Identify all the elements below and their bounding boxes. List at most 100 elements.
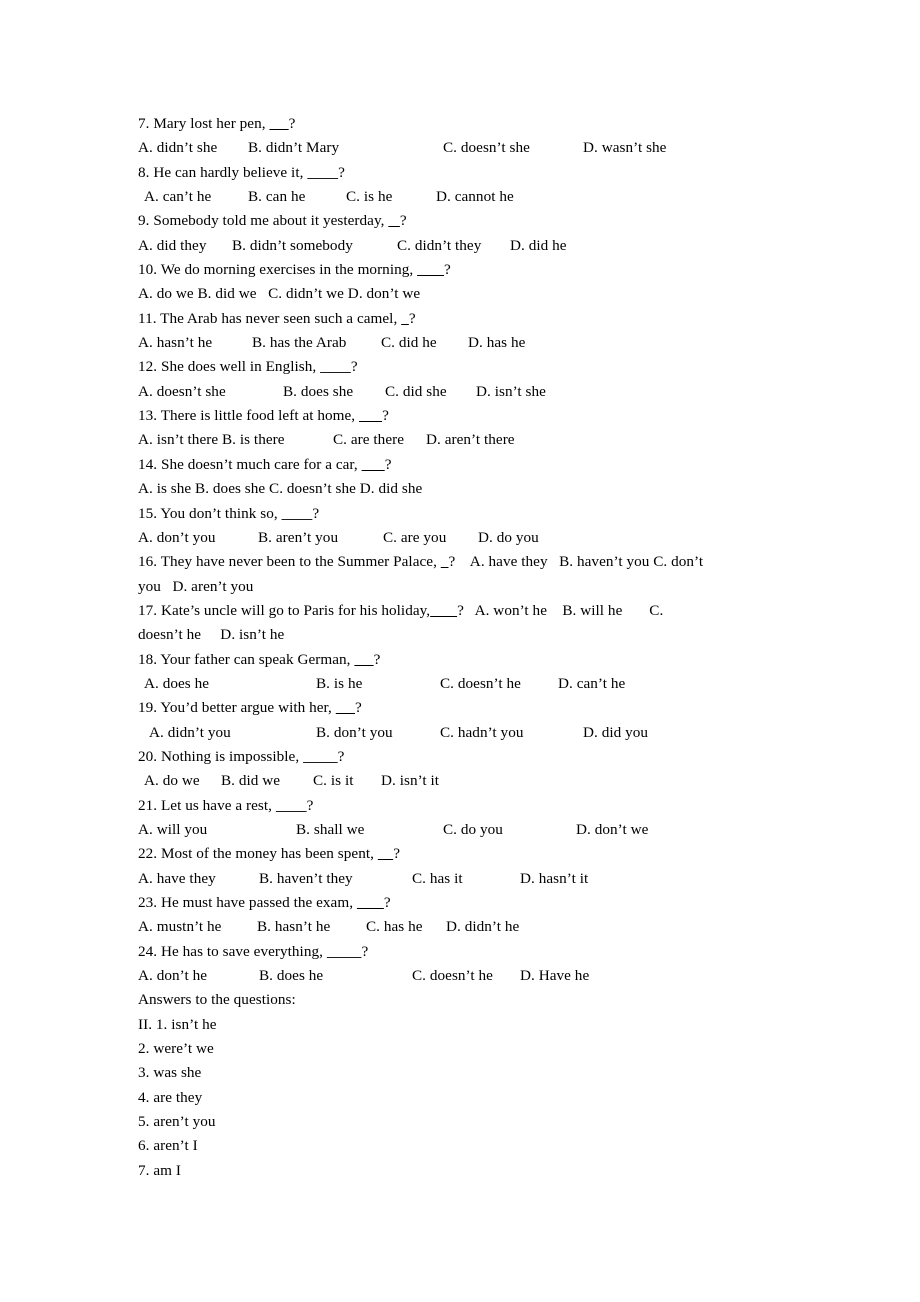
question-22-options-cell: A. have they <box>138 869 216 887</box>
question-24-stem: 24. He has to save everything, ? <box>138 942 369 960</box>
answer-blank <box>276 797 307 814</box>
question-13-options-cell: C. are there <box>333 431 405 449</box>
question-11-options: A. hasn’t he B. has the Arab C. did he D. h… <box>138 331 788 355</box>
question-12-options-cell: C. did she <box>385 382 447 400</box>
answer-blank <box>378 845 393 862</box>
question-23-options-cell: B. hasn’t he <box>257 918 331 936</box>
question-8-options-cell: B. can he <box>248 188 306 206</box>
question-13-options: A. isn’t there B. is there C. are there D.… <box>138 428 788 452</box>
answer-7: 7. am I <box>138 1161 181 1179</box>
question-10-options: A. do we B. did we C. didn’t we D. don’t… <box>138 285 421 303</box>
question-15-options-cell: C. are you <box>383 528 447 546</box>
question-17-line-1: 17. Kate’s uncle will go to Paris for hi… <box>138 601 664 619</box>
question-21-options-cell: A. will you <box>138 820 208 838</box>
question-14-stem: 14. She doesn’t much care for a car, ? <box>138 455 392 473</box>
question-19-options-cell: D. did you <box>583 723 649 741</box>
question-22-stem: 22. Most of the money has been spent, ? <box>138 845 400 863</box>
document-body: 7. Mary lost her pen, ? A. didn’t she B. d… <box>138 112 788 1183</box>
answer-blank <box>307 164 338 181</box>
question-18-options-cell: A. does he <box>144 674 210 692</box>
question-11-options-cell: D. has he <box>468 334 526 352</box>
answer-6: 6. aren’t I <box>138 1137 198 1155</box>
answer-blank <box>362 456 385 473</box>
question-18-options-cell: C. doesn’t he <box>440 674 521 692</box>
answer-blank <box>269 115 288 132</box>
question-18-stem: 18. Your father can speak German, ? <box>138 650 381 668</box>
question-9-options-cell: C. didn’t they <box>397 236 482 254</box>
question-23-stem: 23. He must have passed the exam, ? <box>138 894 391 911</box>
question-19-options: A. didn’t you B. don’t you C. hadn’t you D.… <box>138 721 788 745</box>
question-20-options-cell: A. do we <box>144 772 200 790</box>
question-20-options-cell: B. did we <box>221 772 281 790</box>
answer-blank <box>320 358 351 375</box>
question-15-options: A. don’t you B. aren’t you C. are you D. do… <box>138 526 788 550</box>
question-23-options-cell: A. mustn’t he <box>138 918 222 936</box>
question-11-stem: 11. The Arab has never seen such a camel… <box>138 309 416 327</box>
question-20-options-cell: C. is it <box>313 772 354 790</box>
question-7-options-cell: A. didn’t she <box>138 139 218 157</box>
question-7-options-cell: C. doesn’t she <box>443 139 530 157</box>
question-19-options-cell: C. hadn’t you <box>440 723 524 741</box>
question-7-stem: 7. Mary lost her pen, ? <box>138 115 296 132</box>
question-7-options-cell: D. wasn’t she <box>583 139 667 157</box>
question-9-options: A. did they B. didn’t somebody C. didn’t t… <box>138 234 788 258</box>
question-12-options-cell: A. doesn’t she <box>138 382 226 400</box>
answer-blank <box>336 699 355 716</box>
question-20-options-cell: D. isn’t it <box>381 772 440 790</box>
answer-1: II. 1. isn’t he <box>138 1015 217 1033</box>
question-23-options: A. mustn’t he B. hasn’t he C. has he D. did… <box>138 915 788 939</box>
question-9-options-cell: B. didn’t somebody <box>232 236 353 254</box>
question-20-stem: 20. Nothing is impossible, ? <box>138 747 345 765</box>
question-9-options-cell: A. did they <box>138 236 207 254</box>
question-11-options-cell: B. has the Arab <box>252 334 347 352</box>
question-9-stem: 9. Somebody told me about it yesterday, … <box>138 212 407 230</box>
question-17-line-2: doesn’t he D. isn’t he <box>138 626 285 644</box>
answer-blank <box>357 894 384 911</box>
question-7-options-cell: B. didn’t Mary <box>248 139 340 157</box>
answer-3: 3. was she <box>138 1064 202 1082</box>
question-13-options-cell: D. aren’t there <box>426 431 515 449</box>
answer-4: 4. are they <box>138 1088 203 1106</box>
question-8-options: A. can’t he B. can he C. is he D. cannot he <box>138 185 788 209</box>
answer-blank <box>430 602 457 619</box>
question-22-options-cell: C. has it <box>412 869 463 887</box>
question-7-options: A. didn’t she B. didn’t Mary C. doesn’t sh… <box>138 136 788 160</box>
question-16-line-1: 16. They have never been to the Summer P… <box>138 553 704 571</box>
answer-blank <box>388 212 400 229</box>
question-18-options-cell: B. is he <box>316 674 363 692</box>
question-22-options-cell: B. haven’t they <box>259 869 353 887</box>
question-22-options-cell: D. hasn’t it <box>520 869 589 887</box>
answer-2: 2. were’t we <box>138 1040 214 1058</box>
question-22-options: A. have they B. haven’t they C. has it D. h… <box>138 867 788 891</box>
document-page: 7. Mary lost her pen, ? A. didn’t she B. d… <box>0 0 920 1302</box>
question-18-options: A. does he B. is he C. doesn’t he D. can’t … <box>138 672 788 696</box>
question-12-options-cell: B. does she <box>283 382 354 400</box>
question-9-options-cell: D. did he <box>510 236 567 254</box>
question-23-options-cell: C. has he <box>366 918 423 936</box>
answer-blank <box>417 261 444 278</box>
question-24-options-cell: B. does he <box>259 967 324 985</box>
question-19-options-cell: B. don’t you <box>316 723 393 741</box>
answers-heading: Answers to the questions: <box>138 991 296 1009</box>
question-15-options-cell: A. don’t you <box>138 528 216 546</box>
question-8-options-cell: A. can’t he <box>144 188 212 206</box>
answer-blank <box>401 310 409 327</box>
question-11-options-cell: C. did he <box>381 334 437 352</box>
question-19-stem: 19. You’d better argue with her, ? <box>138 699 362 717</box>
answer-blank <box>282 505 313 522</box>
question-20-options: A. do we B. did we C. is it D. isn’t it <box>138 769 788 793</box>
answer-blank <box>354 651 373 668</box>
question-13-stem: 13. There is little food left at home, ? <box>138 407 389 425</box>
question-24-options: A. don’t he B. does he C. doesn’t he D. Hav… <box>138 964 788 988</box>
answer-5: 5. aren’t you <box>138 1113 216 1131</box>
question-8-stem: 8. He can hardly believe it, ? <box>138 163 345 181</box>
question-21-options-cell: B. shall we <box>296 820 365 838</box>
question-23-options-cell: D. didn’t he <box>446 918 520 936</box>
question-19-options-cell: A. didn’t you <box>149 723 231 741</box>
question-12-options-cell: D. isn’t she <box>476 382 546 400</box>
question-24-options-cell: A. don’t he <box>138 967 208 985</box>
question-15-options-cell: B. aren’t you <box>258 528 339 546</box>
question-24-options-cell: C. doesn’t he <box>412 967 493 985</box>
answer-blank <box>327 943 362 960</box>
question-12-stem: 12. She does well in English, ? <box>138 358 358 376</box>
